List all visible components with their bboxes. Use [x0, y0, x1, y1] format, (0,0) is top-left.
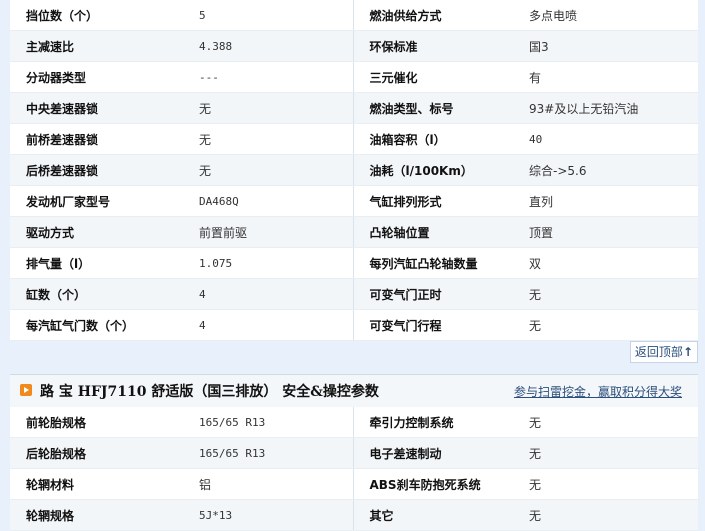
spec-key: 前轮胎规格 [10, 407, 193, 438]
spec-key: 中央差速器锁 [10, 92, 193, 124]
spec-value: 4.388 [193, 30, 353, 62]
spec-value: 165/65 R13 [193, 437, 353, 469]
up-arrow-icon: ↑ [682, 345, 693, 359]
spec-key: 牵引力控制系统 [352, 407, 523, 438]
spec-key: 气缸排列形式 [352, 185, 523, 217]
spec-key: 主减速比 [10, 30, 193, 62]
spec-value: 前置前驱 [193, 216, 353, 248]
section-header-safety: 路 宝 HFJ7110 舒适版（国三排放） 安全&操控参数 参与扫雷挖金，赢取积… [10, 374, 698, 408]
spec-value: 有 [523, 61, 698, 93]
spec-key: 后桥差速器锁 [10, 154, 193, 186]
play-arrow-icon [20, 384, 32, 396]
spec-page: 挡位数（个） 5 燃油供给方式 多点电喷 主减速比 4.388 环保标准 国3 … [0, 0, 705, 531]
spec-value: 5 [193, 0, 353, 31]
table-row: 挡位数（个） 5 燃油供给方式 多点电喷 [10, 0, 698, 31]
spec-value: 165/65 R13 [193, 407, 353, 438]
spec-value: 1.075 [193, 247, 353, 279]
spec-value: 无 [193, 123, 353, 155]
spec-value: 无 [523, 437, 698, 469]
spec-value: 93#及以上无铅汽油 [523, 92, 698, 124]
spec-value: 无 [523, 499, 698, 531]
spec-value: 双 [523, 247, 698, 279]
spec-value: 无 [523, 407, 698, 438]
spec-key: 轮辋规格 [10, 499, 193, 531]
spec-key: 环保标准 [352, 30, 523, 62]
spec-key: 后轮胎规格 [10, 437, 193, 469]
spec-key: 其它 [352, 499, 523, 531]
spec-key: 驱动方式 [10, 216, 193, 248]
spec-key: 挡位数（个） [10, 0, 193, 31]
spec-value: 5J*13 [193, 499, 353, 531]
spec-key: 电子差速制动 [352, 437, 523, 469]
back-to-top-label: 返回顶部 [634, 345, 683, 359]
safety-spec-table: 前轮胎规格 165/65 R13 牵引力控制系统 无 后轮胎规格 165/65 … [10, 407, 698, 531]
spec-value: 4 [193, 278, 353, 310]
table-row: 中央差速器锁 无 燃油类型、标号 93#及以上无铅汽油 [10, 92, 698, 124]
spec-key: 可变气门正时 [352, 278, 523, 310]
spec-value: 铝 [193, 468, 353, 500]
table-row: 发动机厂家型号 DA468Q 气缸排列形式 直列 [10, 185, 698, 217]
table-row: 轮辋材料 铝 ABS刹车防抱死系统 无 [10, 468, 698, 500]
table-row: 前桥差速器锁 无 油箱容积（l） 40 [10, 123, 698, 155]
table-row: 排气量（l） 1.075 每列汽缸凸轮轴数量 双 [10, 247, 698, 279]
spec-key: 每列汽缸凸轮轴数量 [352, 247, 523, 279]
spec-value: 无 [193, 92, 353, 124]
section-title: 路 宝 HFJ7110 舒适版（国三排放） 安全&操控参数 [40, 384, 379, 400]
spec-key: 三元催化 [352, 61, 523, 93]
spec-value: DA468Q [193, 185, 353, 217]
spec-key: 分动器类型 [10, 61, 193, 93]
spec-value: 国3 [523, 30, 698, 62]
spec-value: 无 [193, 154, 353, 186]
table-row: 后轮胎规格 165/65 R13 电子差速制动 无 [10, 437, 698, 469]
spec-value: --- [193, 61, 353, 93]
spec-value: 直列 [523, 185, 698, 217]
spec-key: 燃油供给方式 [352, 0, 523, 31]
spec-key: 油耗（l/100Km） [352, 154, 523, 186]
promo-link[interactable]: 参与扫雷挖金，赢取积分得大奖 [514, 383, 682, 400]
spec-key: 凸轮轴位置 [352, 216, 523, 248]
spec-value: 多点电喷 [523, 0, 698, 31]
table-row: 驱动方式 前置前驱 凸轮轴位置 顶置 [10, 216, 698, 248]
back-to-top-bar: 返回顶部↑ [10, 334, 698, 366]
table-row: 主减速比 4.388 环保标准 国3 [10, 30, 698, 62]
spec-value: 40 [523, 123, 698, 155]
table-row: 后桥差速器锁 无 油耗（l/100Km） 综合->5.6 [10, 154, 698, 186]
spec-key: 发动机厂家型号 [10, 185, 193, 217]
spec-key: 燃油类型、标号 [352, 92, 523, 124]
table-row: 分动器类型 --- 三元催化 有 [10, 61, 698, 93]
table-row: 缸数（个） 4 可变气门正时 无 [10, 278, 698, 310]
spec-key: ABS刹车防抱死系统 [352, 468, 523, 500]
spec-value: 顶置 [523, 216, 698, 248]
spec-key: 排气量（l） [10, 247, 193, 279]
spec-key: 缸数（个） [10, 278, 193, 310]
spec-value: 综合->5.6 [523, 154, 698, 186]
spec-key: 轮辋材料 [10, 468, 193, 500]
spec-value: 无 [523, 468, 698, 500]
table-row: 轮辋规格 5J*13 其它 无 [10, 499, 698, 531]
spec-value: 无 [523, 278, 698, 310]
spec-key: 油箱容积（l） [352, 123, 523, 155]
spec-key: 前桥差速器锁 [10, 123, 193, 155]
back-to-top-link[interactable]: 返回顶部↑ [629, 341, 698, 363]
table-row: 前轮胎规格 165/65 R13 牵引力控制系统 无 [10, 407, 698, 438]
powertrain-spec-table: 挡位数（个） 5 燃油供给方式 多点电喷 主减速比 4.388 环保标准 国3 … [10, 0, 698, 341]
